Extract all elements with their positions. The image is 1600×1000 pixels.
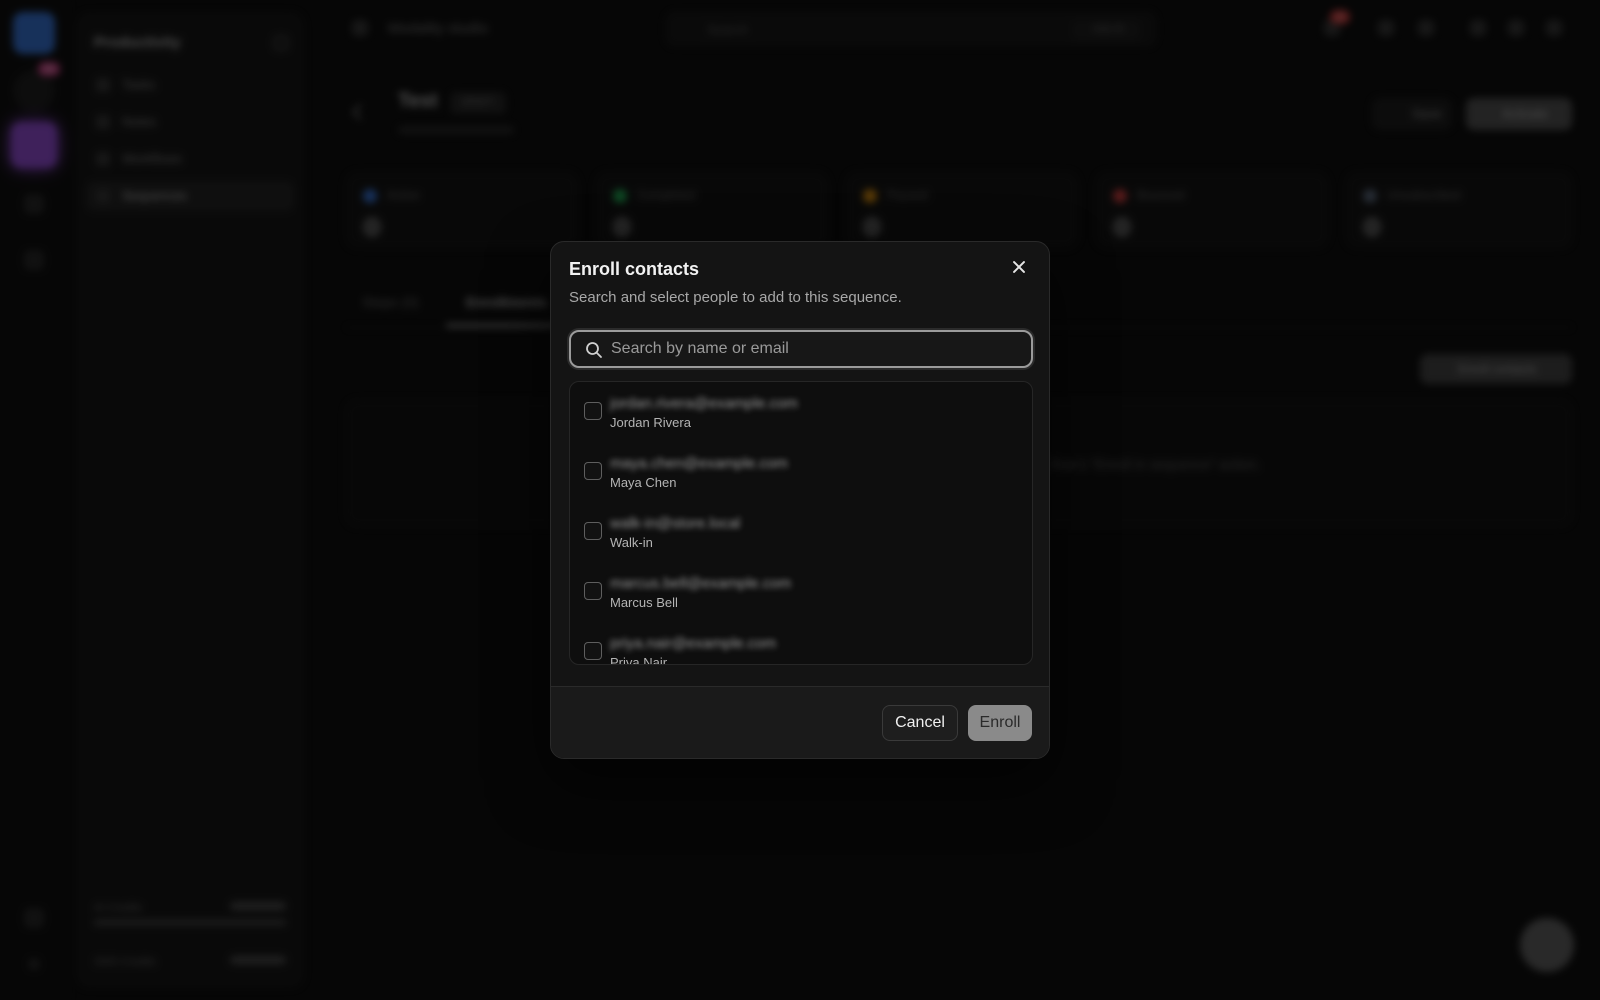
- contact-search-input[interactable]: [611, 332, 1021, 366]
- close-icon[interactable]: [1008, 256, 1030, 278]
- contact-row[interactable]: walk-in@store.local Walk-in: [570, 502, 1032, 562]
- dialog-footer: Cancel Enroll: [551, 686, 1049, 758]
- search-icon: [586, 342, 602, 358]
- contact-search[interactable]: [569, 330, 1033, 368]
- contact-email: jordan.rivera@example.com: [610, 395, 798, 412]
- contact-email: priya.nair@example.com: [610, 635, 777, 652]
- contact-checkbox[interactable]: [584, 462, 602, 480]
- contact-row[interactable]: maya.chen@example.com Maya Chen: [570, 442, 1032, 502]
- contact-list[interactable]: jordan.rivera@example.com Jordan Rivera …: [569, 381, 1033, 665]
- contact-name: Maya Chen: [610, 475, 677, 490]
- contact-name: Marcus Bell: [610, 595, 678, 610]
- enroll-button[interactable]: Enroll: [968, 705, 1032, 741]
- contact-checkbox[interactable]: [584, 642, 602, 660]
- contact-email: walk-in@store.local: [610, 515, 741, 532]
- contact-row[interactable]: jordan.rivera@example.com Jordan Rivera: [570, 382, 1032, 442]
- dialog-description: Search and select people to add to this …: [569, 289, 902, 306]
- cancel-button[interactable]: Cancel: [882, 705, 958, 741]
- contact-name: Walk-in: [610, 535, 653, 550]
- contact-email: maya.chen@example.com: [610, 455, 788, 472]
- contact-row[interactable]: marcus.bell@example.com Marcus Bell: [570, 562, 1032, 622]
- dialog-title: Enroll contacts: [569, 259, 700, 279]
- enroll-contacts-dialog: Enroll contacts Search and select people…: [550, 241, 1050, 759]
- contact-checkbox[interactable]: [584, 522, 602, 540]
- contact-checkbox[interactable]: [584, 402, 602, 420]
- contact-email: marcus.bell@example.com: [610, 575, 792, 592]
- contact-checkbox[interactable]: [584, 582, 602, 600]
- contact-name: Priya Nair: [610, 655, 668, 665]
- contact-row[interactable]: priya.nair@example.com Priya Nair: [570, 622, 1032, 665]
- contact-name: Jordan Rivera: [610, 415, 691, 430]
